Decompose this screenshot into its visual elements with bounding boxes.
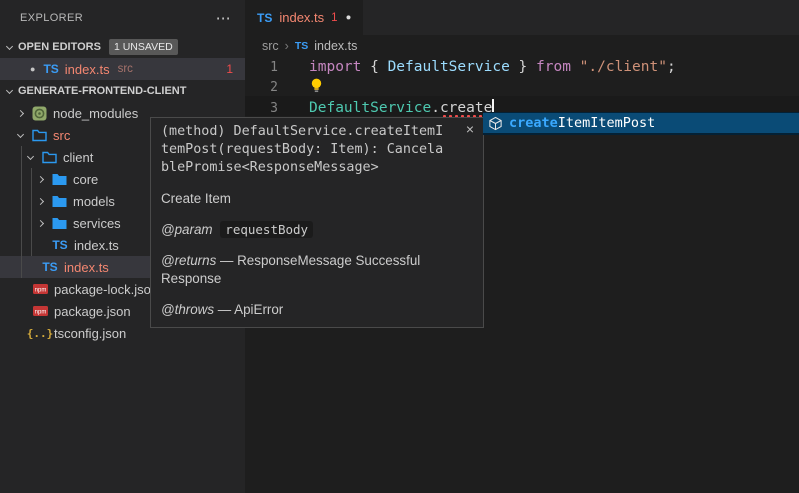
tab-index-ts[interactable]: TS index.ts 1 ●	[245, 0, 363, 35]
dash: —	[218, 302, 231, 317]
tree-item-label: index.ts	[64, 260, 109, 275]
chevron-right-icon	[37, 197, 44, 204]
open-editors-label: OPEN EDITORS	[18, 41, 101, 53]
dash: —	[220, 253, 233, 268]
param-tag: @param	[161, 222, 213, 237]
tab-error-count: 1	[331, 12, 337, 24]
error-count-badge: 1	[226, 62, 233, 76]
code-token: DefaultService	[309, 100, 431, 116]
open-folder-icon	[31, 127, 47, 143]
typescript-icon: TS	[52, 237, 68, 253]
code-token: .	[431, 100, 440, 116]
close-icon[interactable]: ×	[466, 121, 474, 137]
breadcrumb-separator-icon: ›	[285, 39, 289, 53]
line-number[interactable]: 1	[245, 58, 278, 78]
line-number[interactable]: 3	[245, 99, 278, 119]
open-editors-section-header[interactable]: OPEN EDITORS 1 UNSAVED	[0, 36, 245, 58]
folder-icon	[51, 215, 67, 231]
chevron-right-icon	[37, 175, 44, 182]
indent-guide	[21, 146, 22, 278]
chevron-down-icon	[27, 152, 34, 159]
suggestion-rest-text: ItemItemPost	[558, 115, 656, 131]
throws-tag: @throws	[161, 302, 214, 317]
method-cube-icon	[488, 116, 503, 131]
returns-tag: @returns	[161, 253, 216, 268]
method-signature: (method) DefaultService.createItemItemPo…	[161, 123, 448, 177]
modified-dot-icon[interactable]: ●	[346, 12, 352, 23]
throws-text: ApiError	[234, 302, 283, 317]
doc-title: Create Item	[161, 190, 473, 208]
breadcrumb-file[interactable]: index.ts	[314, 39, 357, 53]
typescript-icon: TS	[295, 40, 308, 52]
more-actions-icon[interactable]: ⋯	[216, 9, 231, 27]
code-text[interactable]	[309, 78, 323, 100]
tree-item-label: index.ts	[74, 238, 119, 253]
open-editor-file-name: index.ts	[65, 62, 110, 77]
code-area[interactable]: 1 import { DefaultService } from "./clien…	[245, 57, 799, 119]
chevron-down-icon	[6, 86, 13, 93]
node-modules-icon	[31, 105, 47, 121]
breadcrumb: src › TS index.ts	[245, 35, 799, 57]
explorer-header: EXPLORER ⋯	[0, 0, 245, 36]
chevron-down-icon	[6, 42, 13, 49]
explorer-title: EXPLORER	[20, 12, 83, 24]
code-line: 1 import { DefaultService } from "./clien…	[245, 58, 799, 78]
suggest-details-panel: × (method) DefaultService.createItemItem…	[150, 117, 484, 328]
tree-item-label: src	[53, 128, 70, 143]
tree-item-label: core	[73, 172, 98, 187]
editor-tab-bar: TS index.ts 1 ●	[245, 0, 799, 35]
open-editor-file-path: src	[118, 63, 133, 75]
suggestion-item-selected[interactable]: createItemItemPost	[483, 112, 799, 135]
npm-icon: npm	[32, 281, 48, 297]
throws-line: @throws — ApiError	[161, 301, 473, 319]
indent-guide	[31, 168, 32, 256]
param-name-chip: requestBody	[220, 221, 313, 238]
returns-line: @returns — ResponseMessage Successful Re…	[161, 252, 456, 288]
breadcrumb-folder[interactable]: src	[262, 39, 279, 53]
tree-item-label: tsconfig.json	[54, 326, 126, 341]
npm-icon: npm	[32, 303, 48, 319]
code-token	[571, 59, 580, 75]
tree-item-label: client	[63, 150, 93, 165]
workspace-section-header[interactable]: GENERATE-FRONTEND-CLIENT	[0, 80, 245, 102]
chevron-down-icon	[17, 130, 24, 137]
tree-item-label: services	[73, 216, 121, 231]
code-text[interactable]: DefaultService.create	[309, 99, 494, 119]
code-token: from	[536, 59, 571, 75]
param-line: @param requestBody	[161, 221, 473, 239]
folder-icon	[51, 171, 67, 187]
code-token: }	[510, 59, 536, 75]
code-text[interactable]: import { DefaultService } from "./client…	[309, 58, 676, 78]
chevron-right-icon	[37, 219, 44, 226]
typescript-icon: TS	[257, 11, 272, 25]
typescript-icon: TS	[43, 62, 58, 76]
chevron-right-icon	[17, 109, 24, 116]
unsaved-badge: 1 UNSAVED	[109, 39, 178, 55]
tree-item-label: package-lock.json	[54, 282, 158, 297]
code-token: import	[309, 59, 370, 75]
code-token: DefaultService	[388, 59, 510, 75]
code-token: {	[370, 59, 387, 75]
lightbulb-icon[interactable]	[310, 78, 323, 93]
line-number[interactable]: 2	[245, 78, 278, 100]
code-token: ;	[667, 59, 676, 75]
folder-icon	[51, 193, 67, 209]
svg-text:npm: npm	[34, 310, 46, 316]
open-folder-icon	[41, 149, 57, 165]
code-token: "./client"	[580, 59, 667, 75]
svg-text:npm: npm	[34, 288, 46, 294]
tree-item-label: package.json	[54, 304, 131, 319]
suggestion-matched-text: create	[509, 115, 558, 131]
tree-item-label: models	[73, 194, 115, 209]
open-editor-item-index-ts[interactable]: ● TS index.ts src 1	[0, 58, 245, 80]
code-line: 2	[245, 78, 799, 100]
modified-dot-icon: ●	[30, 64, 35, 74]
tab-file-name: index.ts	[279, 10, 324, 25]
typescript-icon: TS	[42, 259, 58, 275]
json-braces-icon: {..}	[32, 325, 48, 341]
tree-item-label: node_modules	[53, 106, 138, 121]
workspace-label: GENERATE-FRONTEND-CLIENT	[18, 85, 186, 97]
